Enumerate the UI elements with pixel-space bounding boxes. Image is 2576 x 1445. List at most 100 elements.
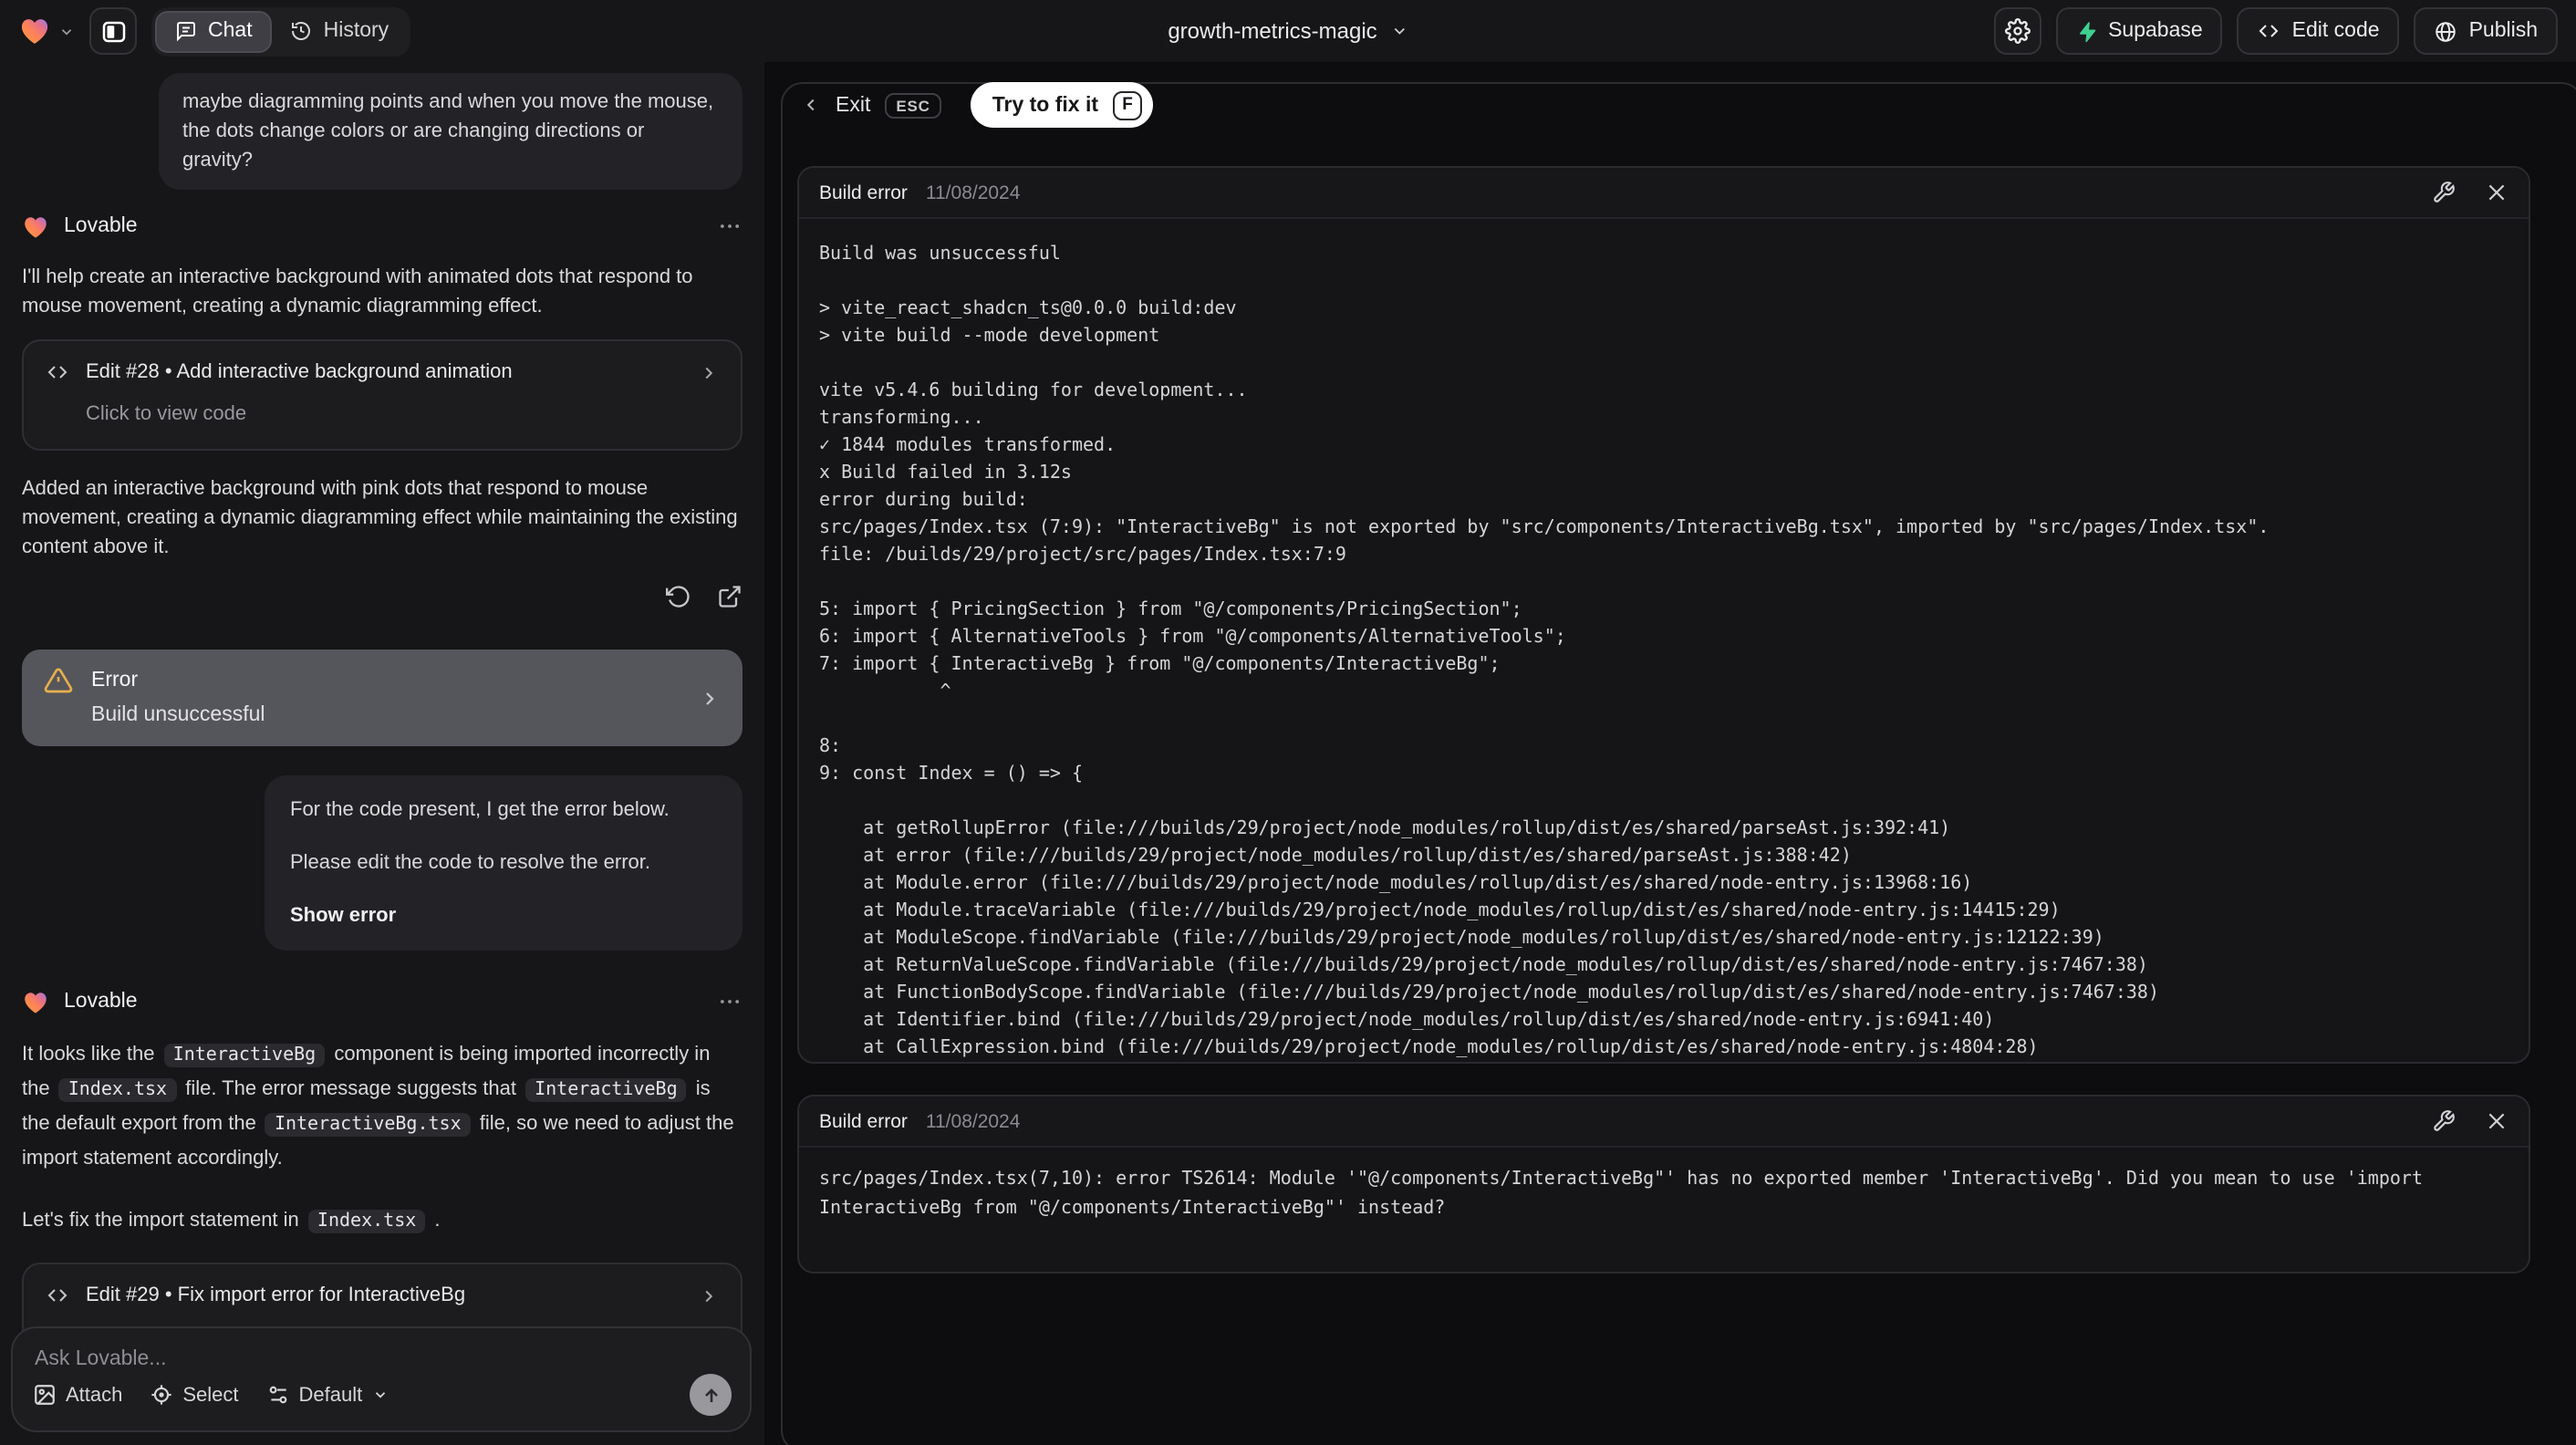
chat-bubble-icon [175, 20, 197, 42]
build-error-title: Build error [819, 1110, 908, 1132]
error-overlay-toolbar: Exit ESC Try to fix it F [801, 82, 1154, 128]
mode-selector[interactable]: Default [266, 1380, 389, 1409]
close-panel-button[interactable] [2485, 1109, 2508, 1133]
edit-card-title: Edit #28 • Add interactive background an… [86, 361, 513, 383]
code-brackets-icon [2258, 20, 2281, 42]
message-actions [22, 584, 743, 609]
message-menu-button[interactable] [717, 213, 743, 239]
build-error-date: 11/08/2024 [925, 182, 1021, 203]
message-menu-button[interactable] [717, 989, 743, 1014]
error-card-title: Error [91, 670, 139, 691]
chevron-left-icon [801, 95, 821, 115]
close-panel-button[interactable] [2485, 181, 2508, 204]
assistant-paragraph: I'll help create an interactive backgrou… [22, 266, 693, 317]
select-button[interactable]: Select [150, 1380, 239, 1409]
lovable-app: Chat History growth-metrics-magic Supaba… [0, 0, 2576, 1445]
preview-area: Exit ESC Try to fix it F Build error 11/… [764, 62, 2576, 1445]
user-message: maybe diagramming points and when you mo… [159, 73, 743, 190]
wrench-icon [2432, 1109, 2456, 1133]
edit-code-label: Edit code [2291, 20, 2380, 42]
tab-chat[interactable]: Chat [155, 10, 273, 52]
lovable-heart-icon [18, 15, 51, 47]
chevron-down-icon [1390, 22, 1408, 40]
user-message-text: maybe diagramming points and when you mo… [182, 91, 714, 172]
image-icon [33, 1383, 57, 1407]
build-error-panel-1: Build error 11/08/2024 Build was unsucce… [797, 166, 2530, 1064]
select-label: Select [182, 1384, 239, 1406]
chat-input[interactable] [35, 1348, 693, 1370]
globe-icon [2435, 19, 2458, 43]
wrench-icon [2432, 181, 2456, 204]
error-card-subtitle: Build unsuccessful [91, 704, 265, 726]
toggle-sidebar-button[interactable] [89, 7, 137, 55]
more-dots-icon [717, 989, 743, 1014]
supabase-bolt-icon [2075, 19, 2097, 43]
chat-message-list[interactable]: maybe diagramming points and when you mo… [0, 62, 764, 1445]
restore-button[interactable] [666, 584, 691, 609]
publish-label: Publish [2468, 20, 2538, 42]
user-message-text: Please edit the code to resolve the erro… [290, 852, 651, 874]
sliders-icon [266, 1383, 290, 1407]
tab-history[interactable]: History [273, 10, 408, 52]
chevron-right-icon [699, 362, 719, 382]
close-icon [2485, 181, 2508, 204]
refresh-icon [666, 584, 691, 609]
assistant-paragraph: It looks like the InteractiveBg componen… [22, 1044, 734, 1170]
history-icon [291, 20, 313, 42]
tab-history-label: History [323, 20, 390, 42]
build-log: Build was unsuccessful > vite_react_shad… [819, 244, 2270, 1058]
try-to-fix-label: Try to fix it [992, 94, 1099, 116]
attach-label: Attach [66, 1384, 123, 1406]
exit-button[interactable]: Exit ESC [801, 92, 941, 118]
lovable-logo-menu[interactable] [18, 15, 75, 47]
build-log: src/pages/Index.tsx(7,10): error TS2614:… [819, 1170, 2435, 1218]
chat-composer: Attach Select Default [11, 1326, 752, 1432]
esc-key-badge: ESC [885, 92, 941, 118]
chevron-down-icon [371, 1387, 388, 1403]
fix-error-button[interactable] [2432, 1109, 2456, 1133]
arrow-up-icon [700, 1384, 722, 1406]
assistant-header: Lovable [22, 987, 743, 1016]
target-icon [150, 1383, 173, 1407]
user-message-text: For the code present, I get the error be… [290, 799, 670, 821]
edit-code-button[interactable]: Edit code [2237, 7, 2400, 55]
assistant-paragraph: Let's fix the import statement in Index.… [22, 1210, 441, 1233]
attach-button[interactable]: Attach [33, 1380, 122, 1409]
assistant-header: Lovable [22, 212, 743, 241]
exit-label: Exit [836, 94, 871, 116]
external-link-icon [717, 584, 743, 609]
build-error-header: Build error 11/08/2024 [799, 168, 2529, 219]
code-brackets-icon [46, 361, 69, 383]
send-button[interactable] [690, 1374, 732, 1416]
project-title: growth-metrics-magic [1168, 18, 1377, 44]
more-dots-icon [717, 213, 743, 239]
chevron-right-icon [699, 687, 721, 709]
lovable-heart-icon [22, 213, 49, 240]
build-error-date: 11/08/2024 [925, 1110, 1021, 1132]
lovable-heart-icon [22, 988, 49, 1015]
panel-left-icon [99, 17, 127, 45]
build-error-panel-2: Build error 11/08/2024 src/pages/Index.t… [797, 1095, 2530, 1273]
close-icon [2485, 1109, 2508, 1133]
assistant-name: Lovable [64, 215, 138, 237]
fix-error-button[interactable] [2432, 181, 2456, 204]
f-key-badge: F [1113, 90, 1143, 120]
edit-card-28[interactable]: Edit #28 • Add interactive background an… [22, 339, 743, 451]
assistant-paragraph: Added an interactive background with pin… [22, 478, 738, 558]
supabase-label: Supabase [2108, 20, 2203, 42]
tab-chat-label: Chat [208, 20, 253, 42]
try-to-fix-button[interactable]: Try to fix it F [970, 82, 1154, 128]
build-error-header: Build error 11/08/2024 [799, 1097, 2529, 1148]
publish-button[interactable]: Publish [2414, 7, 2558, 55]
supabase-button[interactable]: Supabase [2055, 7, 2223, 55]
settings-button[interactable] [1993, 7, 2041, 55]
topbar: Chat History growth-metrics-magic Supaba… [0, 0, 2576, 62]
build-error-title: Build error [819, 182, 908, 203]
composer-toolbar: Attach Select Default [33, 1374, 732, 1416]
project-switcher[interactable]: growth-metrics-magic [1168, 0, 1407, 62]
error-card[interactable]: Error Build unsuccessful [22, 650, 743, 746]
view-tabs: Chat History [151, 6, 411, 56]
open-preview-button[interactable] [717, 584, 743, 609]
code-brackets-icon [46, 1284, 69, 1306]
gear-icon [2004, 18, 2031, 44]
